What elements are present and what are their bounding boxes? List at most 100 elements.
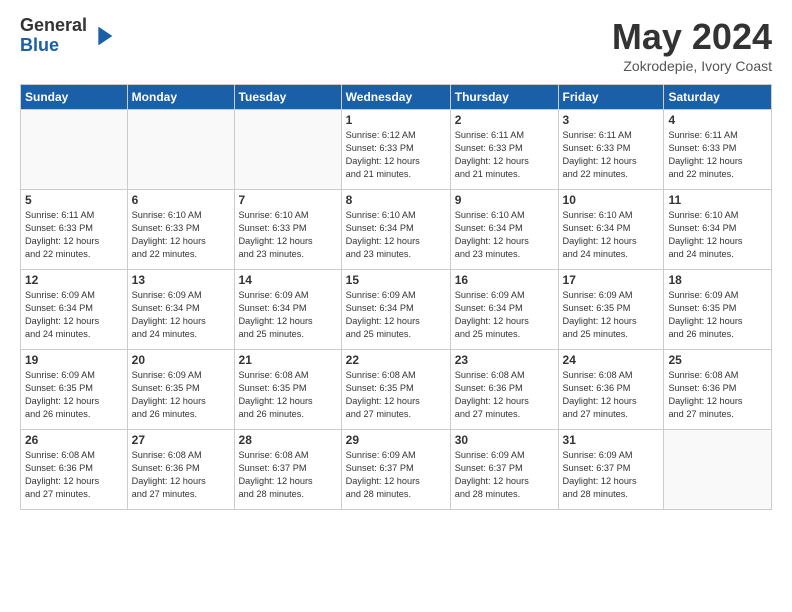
cell-content: Sunrise: 6:10 AM Sunset: 6:34 PM Dayligh…	[346, 209, 446, 261]
logo: General Blue	[20, 16, 117, 56]
day-number: 4	[668, 113, 767, 127]
col-sunday: Sunday	[21, 85, 128, 110]
table-cell: 2 Sunrise: 6:11 AM Sunset: 6:33 PM Daylig…	[450, 110, 558, 190]
day-number: 12	[25, 273, 123, 287]
cell-content: Sunrise: 6:09 AM Sunset: 6:35 PM Dayligh…	[563, 289, 660, 341]
header: General Blue May 2024 Zokrodepie, Ivory …	[20, 16, 772, 74]
table-cell: 3 Sunrise: 6:11 AM Sunset: 6:33 PM Daylig…	[558, 110, 664, 190]
cell-content: Sunrise: 6:09 AM Sunset: 6:34 PM Dayligh…	[132, 289, 230, 341]
table-cell: 25 Sunrise: 6:08 AM Sunset: 6:36 PM Dayli…	[664, 350, 772, 430]
table-cell: 8 Sunrise: 6:10 AM Sunset: 6:34 PM Daylig…	[341, 190, 450, 270]
cell-content: Sunrise: 6:10 AM Sunset: 6:34 PM Dayligh…	[455, 209, 554, 261]
table-cell: 18 Sunrise: 6:09 AM Sunset: 6:35 PM Dayli…	[664, 270, 772, 350]
day-number: 21	[239, 353, 337, 367]
logo-blue: Blue	[20, 36, 87, 56]
cell-content: Sunrise: 6:08 AM Sunset: 6:35 PM Dayligh…	[346, 369, 446, 421]
day-number: 30	[455, 433, 554, 447]
day-number: 31	[563, 433, 660, 447]
cell-content: Sunrise: 6:11 AM Sunset: 6:33 PM Dayligh…	[563, 129, 660, 181]
table-cell: 11Sunrise: 6:10 AM Sunset: 6:34 PM Dayli…	[664, 190, 772, 270]
cell-content: Sunrise: 6:09 AM Sunset: 6:35 PM Dayligh…	[668, 289, 767, 341]
table-cell: 6Sunrise: 6:10 AM Sunset: 6:33 PM Daylig…	[127, 190, 234, 270]
table-cell: 20 Sunrise: 6:09 AM Sunset: 6:35 PM Dayli…	[127, 350, 234, 430]
cell-content: Sunrise: 6:12 AM Sunset: 6:33 PM Dayligh…	[346, 129, 446, 181]
week-row-2: 5 Sunrise: 6:11 AM Sunset: 6:33 PM Daylig…	[21, 190, 772, 270]
day-number: 15	[346, 273, 446, 287]
day-number: 28	[239, 433, 337, 447]
day-number: 8	[346, 193, 446, 207]
day-number: 25	[668, 353, 767, 367]
day-number: 22	[346, 353, 446, 367]
table-cell: 4 Sunrise: 6:11 AM Sunset: 6:33 PM Daylig…	[664, 110, 772, 190]
table-cell: 23 Sunrise: 6:08 AM Sunset: 6:36 PM Dayli…	[450, 350, 558, 430]
day-number: 7	[239, 193, 337, 207]
cell-content: Sunrise: 6:09 AM Sunset: 6:35 PM Dayligh…	[132, 369, 230, 421]
day-number: 16	[455, 273, 554, 287]
week-row-5: 26 Sunrise: 6:08 AM Sunset: 6:36 PM Dayli…	[21, 430, 772, 510]
table-cell: 1 Sunrise: 6:12 AM Sunset: 6:33 PM Daylig…	[341, 110, 450, 190]
table-cell: 21Sunrise: 6:08 AM Sunset: 6:35 PM Dayli…	[234, 350, 341, 430]
table-cell: 17Sunrise: 6:09 AM Sunset: 6:35 PM Dayli…	[558, 270, 664, 350]
cell-content: Sunrise: 6:08 AM Sunset: 6:36 PM Dayligh…	[25, 449, 123, 501]
cell-content: Sunrise: 6:08 AM Sunset: 6:36 PM Dayligh…	[668, 369, 767, 421]
cell-content: Sunrise: 6:09 AM Sunset: 6:34 PM Dayligh…	[346, 289, 446, 341]
day-number: 10	[563, 193, 660, 207]
table-cell: 19Sunrise: 6:09 AM Sunset: 6:35 PM Dayli…	[21, 350, 128, 430]
day-number: 19	[25, 353, 123, 367]
cell-content: Sunrise: 6:09 AM Sunset: 6:34 PM Dayligh…	[455, 289, 554, 341]
col-saturday: Saturday	[664, 85, 772, 110]
table-cell: 9 Sunrise: 6:10 AM Sunset: 6:34 PM Daylig…	[450, 190, 558, 270]
table-cell: 27 Sunrise: 6:08 AM Sunset: 6:36 PM Dayli…	[127, 430, 234, 510]
col-friday: Friday	[558, 85, 664, 110]
cell-content: Sunrise: 6:11 AM Sunset: 6:33 PM Dayligh…	[455, 129, 554, 181]
table-cell: 29Sunrise: 6:09 AM Sunset: 6:37 PM Dayli…	[341, 430, 450, 510]
table-cell: 26 Sunrise: 6:08 AM Sunset: 6:36 PM Dayli…	[21, 430, 128, 510]
col-tuesday: Tuesday	[234, 85, 341, 110]
cell-content: Sunrise: 6:11 AM Sunset: 6:33 PM Dayligh…	[25, 209, 123, 261]
cell-content: Sunrise: 6:09 AM Sunset: 6:34 PM Dayligh…	[239, 289, 337, 341]
table-cell: 30 Sunrise: 6:09 AM Sunset: 6:37 PM Dayli…	[450, 430, 558, 510]
day-number: 1	[346, 113, 446, 127]
cell-content: Sunrise: 6:10 AM Sunset: 6:34 PM Dayligh…	[668, 209, 767, 261]
cell-content: Sunrise: 6:08 AM Sunset: 6:36 PM Dayligh…	[563, 369, 660, 421]
table-cell: 22 Sunrise: 6:08 AM Sunset: 6:35 PM Dayli…	[341, 350, 450, 430]
col-thursday: Thursday	[450, 85, 558, 110]
table-cell: 31Sunrise: 6:09 AM Sunset: 6:37 PM Dayli…	[558, 430, 664, 510]
table-cell: 13 Sunrise: 6:09 AM Sunset: 6:34 PM Dayli…	[127, 270, 234, 350]
day-number: 27	[132, 433, 230, 447]
table-cell: 7 Sunrise: 6:10 AM Sunset: 6:33 PM Daylig…	[234, 190, 341, 270]
table-cell: 12Sunrise: 6:09 AM Sunset: 6:34 PM Dayli…	[21, 270, 128, 350]
table-cell: 14Sunrise: 6:09 AM Sunset: 6:34 PM Dayli…	[234, 270, 341, 350]
cell-content: Sunrise: 6:08 AM Sunset: 6:37 PM Dayligh…	[239, 449, 337, 501]
day-number: 9	[455, 193, 554, 207]
day-number: 18	[668, 273, 767, 287]
day-number: 20	[132, 353, 230, 367]
cell-content: Sunrise: 6:11 AM Sunset: 6:33 PM Dayligh…	[668, 129, 767, 181]
table-cell: 5 Sunrise: 6:11 AM Sunset: 6:33 PM Daylig…	[21, 190, 128, 270]
cell-content: Sunrise: 6:09 AM Sunset: 6:37 PM Dayligh…	[455, 449, 554, 501]
day-number: 13	[132, 273, 230, 287]
title-block: May 2024 Zokrodepie, Ivory Coast	[612, 16, 772, 74]
day-number: 24	[563, 353, 660, 367]
day-number: 26	[25, 433, 123, 447]
day-number: 2	[455, 113, 554, 127]
col-monday: Monday	[127, 85, 234, 110]
logo-general: General	[20, 16, 87, 36]
table-cell	[234, 110, 341, 190]
day-number: 29	[346, 433, 446, 447]
col-wednesday: Wednesday	[341, 85, 450, 110]
table-cell: 24 Sunrise: 6:08 AM Sunset: 6:36 PM Dayli…	[558, 350, 664, 430]
table-cell: 10Sunrise: 6:10 AM Sunset: 6:34 PM Dayli…	[558, 190, 664, 270]
day-number: 3	[563, 113, 660, 127]
day-number: 23	[455, 353, 554, 367]
table-cell: 16 Sunrise: 6:09 AM Sunset: 6:34 PM Dayli…	[450, 270, 558, 350]
calendar: Sunday Monday Tuesday Wednesday Thursday…	[20, 84, 772, 510]
cell-content: Sunrise: 6:08 AM Sunset: 6:36 PM Dayligh…	[132, 449, 230, 501]
header-row: Sunday Monday Tuesday Wednesday Thursday…	[21, 85, 772, 110]
cell-content: Sunrise: 6:08 AM Sunset: 6:36 PM Dayligh…	[455, 369, 554, 421]
day-number: 5	[25, 193, 123, 207]
cell-content: Sunrise: 6:10 AM Sunset: 6:33 PM Dayligh…	[132, 209, 230, 261]
cell-content: Sunrise: 6:10 AM Sunset: 6:33 PM Dayligh…	[239, 209, 337, 261]
location: Zokrodepie, Ivory Coast	[612, 58, 772, 74]
week-row-4: 19 Sunrise: 6:09 AM Sunset: 6:35 PM Dayli…	[21, 350, 772, 430]
